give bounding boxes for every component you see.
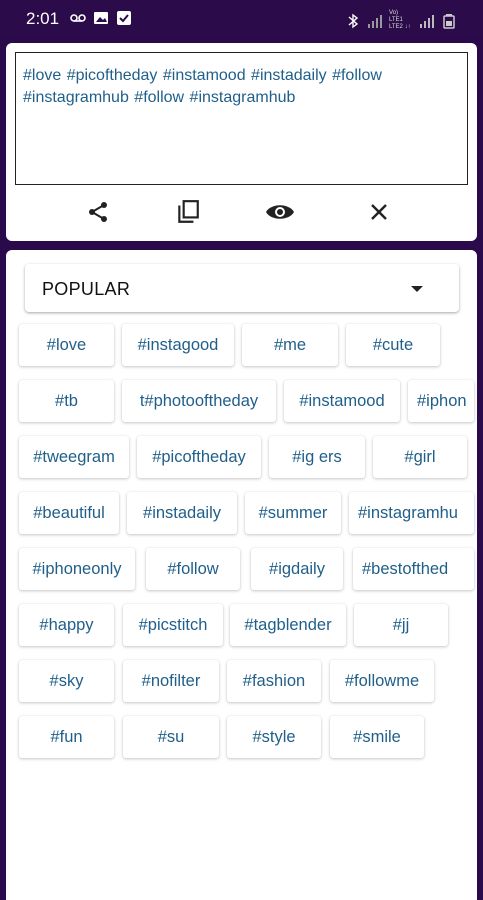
hashtag-chip[interactable]: #tweegram xyxy=(19,436,129,478)
hashtag-chip[interactable]: #follow xyxy=(146,548,240,590)
image-icon xyxy=(94,12,108,24)
hashtag-chip[interactable]: #me xyxy=(242,324,338,366)
hashtag-editor-card: #love #picoftheday #instamood #instadail… xyxy=(6,43,477,241)
copy-button[interactable] xyxy=(173,197,203,227)
hashtag-chip[interactable]: #picstitch xyxy=(123,604,223,646)
hashtag-chip[interactable]: #picoftheday xyxy=(137,436,261,478)
hashtag-chip[interactable]: #nofilter xyxy=(123,660,219,702)
hashtag-chip[interactable]: #instagramhu xyxy=(349,492,474,534)
eye-icon xyxy=(266,205,294,219)
hashtag-chip[interactable]: #love xyxy=(19,324,114,366)
notification-icons xyxy=(70,10,132,26)
hashtag-chip[interactable]: #smile xyxy=(330,716,424,758)
hashtag-chip[interactable]: #tagblender xyxy=(230,604,346,646)
hashtag-chip[interactable]: #tb xyxy=(19,380,114,422)
hashtag-chip[interactable]: #iphoneonly xyxy=(19,548,135,590)
share-icon xyxy=(89,202,107,222)
dropdown-arrow-icon xyxy=(411,286,423,292)
close-icon xyxy=(371,204,387,220)
hashtag-chip[interactable]: #igdaily xyxy=(251,548,343,590)
hashtag-chip[interactable]: #ig ers xyxy=(269,436,365,478)
hashtag-chip[interactable]: #instadaily xyxy=(127,492,237,534)
signal-icon xyxy=(368,14,382,28)
hashtag-chip[interactable]: #jj xyxy=(354,604,448,646)
preview-button[interactable] xyxy=(265,197,295,227)
hashtag-chip[interactable]: #girl xyxy=(373,436,467,478)
hashtag-picker-card: POPULAR #love #instagood #me #cute #tb t… xyxy=(6,250,477,900)
action-toolbar xyxy=(6,193,477,231)
hashtag-text-field[interactable]: #love #picoftheday #instamood #instadail… xyxy=(15,52,468,185)
hashtag-chip[interactable]: #happy xyxy=(19,604,114,646)
voicemail-icon xyxy=(70,14,86,22)
hashtag-chip[interactable]: #instamood xyxy=(284,380,400,422)
clear-button[interactable] xyxy=(364,197,394,227)
hashtag-chip[interactable]: #sky xyxy=(19,660,114,702)
share-button[interactable] xyxy=(83,197,113,227)
battery-icon xyxy=(443,13,455,29)
hashtag-chip[interactable]: #bestofthed xyxy=(353,548,474,590)
hashtag-chip[interactable]: #cute xyxy=(346,324,440,366)
hashtag-chip[interactable]: #fashion xyxy=(227,660,321,702)
category-selected-label: POPULAR xyxy=(42,279,131,299)
system-icons: Vo) LTE1 LTE2 ↓↑ xyxy=(345,10,457,31)
hashtag-chip[interactable]: #beautiful xyxy=(19,492,119,534)
hashtag-chip[interactable]: #summer xyxy=(245,492,341,534)
check-box-icon xyxy=(117,11,131,25)
hashtag-chip[interactable]: #iphon xyxy=(408,380,474,422)
hashtag-chip[interactable]: #followme xyxy=(330,660,434,702)
status-time: 2:01 xyxy=(26,9,60,28)
network-type: Vo) LTE1 LTE2 ↓↑ xyxy=(389,10,411,30)
hashtag-chip[interactable]: #fun xyxy=(19,716,114,758)
status-bar: 2:01 Vo) LTE1 LTE2 ↓↑ xyxy=(0,0,483,38)
hashtag-chip[interactable]: t#photooftheday xyxy=(122,380,276,422)
signal-icon xyxy=(420,14,434,28)
category-dropdown[interactable]: POPULAR xyxy=(25,264,459,312)
hashtag-chip[interactable]: #instagood xyxy=(122,324,234,366)
hashtag-chip[interactable]: #style xyxy=(227,716,321,758)
bluetooth-icon xyxy=(348,13,359,28)
hashtag-chip[interactable]: #su xyxy=(123,716,219,758)
copy-icon xyxy=(178,200,199,223)
